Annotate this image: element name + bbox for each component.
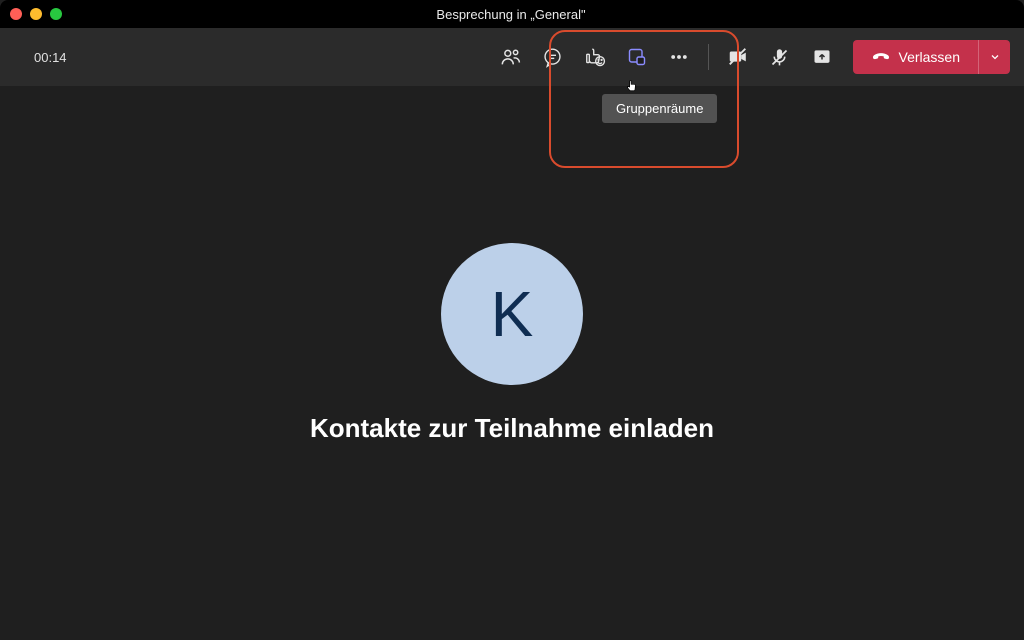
hang-up-icon	[871, 47, 891, 67]
share-screen-icon	[812, 47, 832, 67]
window-title: Besprechung in „General"	[8, 7, 1014, 22]
chat-icon	[542, 47, 563, 68]
more-options-button[interactable]	[658, 37, 700, 77]
leave-button[interactable]: Verlassen	[853, 40, 978, 74]
participant-avatar: K	[441, 243, 583, 385]
invite-prompt: Kontakte zur Teilnahme einladen	[310, 413, 714, 444]
people-button[interactable]	[490, 37, 532, 77]
camera-toggle-button[interactable]	[717, 37, 759, 77]
breakout-rooms-button[interactable]	[616, 37, 658, 77]
avatar-initial: K	[491, 277, 534, 351]
share-screen-button[interactable]	[801, 37, 843, 77]
leave-options-button[interactable]	[978, 40, 1010, 74]
window-titlebar: Besprechung in „General"	[0, 0, 1024, 28]
leave-button-group: Verlassen	[853, 40, 1010, 74]
leave-button-label: Verlassen	[899, 49, 960, 65]
tooltip-text: Gruppenräume	[616, 101, 703, 116]
tooltip: Gruppenräume	[602, 94, 717, 123]
toolbar-divider	[708, 44, 709, 70]
camera-off-icon	[727, 46, 749, 68]
people-icon	[500, 46, 522, 68]
chat-button[interactable]	[532, 37, 574, 77]
mic-off-icon	[769, 47, 790, 68]
reactions-button[interactable]	[574, 37, 616, 77]
chevron-down-icon	[989, 51, 1001, 63]
reactions-icon	[584, 46, 606, 68]
meeting-stage: K Kontakte zur Teilnahme einladen	[0, 86, 1024, 640]
more-options-icon	[669, 47, 689, 67]
meeting-timer: 00:14	[34, 50, 67, 65]
breakout-rooms-icon	[627, 47, 647, 67]
mic-toggle-button[interactable]	[759, 37, 801, 77]
meeting-toolbar: 00:14	[0, 28, 1024, 86]
